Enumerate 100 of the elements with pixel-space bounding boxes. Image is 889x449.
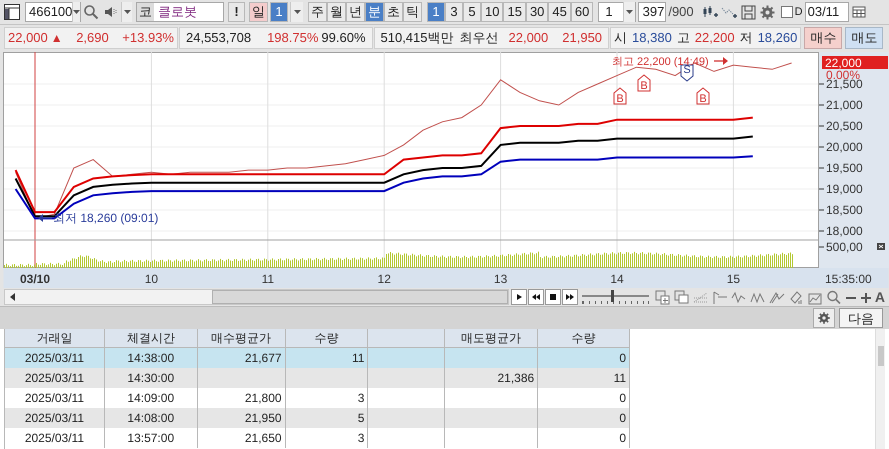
table-cell: 2025/03/11 [5, 428, 105, 448]
y-tick-label: 19,000 [826, 182, 864, 196]
interval-tab[interactable]: 15 [503, 2, 526, 22]
interval-tab[interactable]: 5 [463, 2, 481, 22]
period-tab[interactable]: 월 [327, 2, 346, 22]
alert-button[interactable]: ! [228, 2, 245, 22]
time-axis-label: 12 [378, 272, 391, 286]
interval-tab[interactable]: 10 [481, 2, 504, 22]
price-tag: 22,000 [822, 56, 888, 70]
d-checkbox[interactable] [780, 6, 793, 18]
buy-button[interactable]: 매수 [804, 27, 842, 49]
day-count-button[interactable]: 1 [270, 2, 288, 22]
close-icon[interactable] [877, 243, 885, 250]
wave-line-icon[interactable] [730, 290, 747, 304]
stock-name-field[interactable]: 코 클로봇 [136, 2, 224, 22]
gear-icon [817, 311, 831, 325]
column-header: 거래일 [5, 329, 105, 347]
table-cell: 13:57:00 [104, 428, 198, 448]
settings-icon[interactable] [758, 4, 776, 20]
arrow-icon [714, 57, 728, 65]
trade-row[interactable]: 2025/03/11 14:30:00 21,386 11 [5, 368, 630, 388]
count-max-label: /900 [668, 3, 694, 22]
horizontal-scrollbar[interactable] [4, 289, 510, 305]
y-axis-label: 21,000 [818, 98, 863, 112]
trade-row[interactable]: 2025/03/11 14:08:00 21,950 5 0 [5, 408, 630, 428]
sell-button[interactable]: 매도 [845, 27, 884, 49]
d-checkbox-label: D [794, 4, 803, 20]
search-icon[interactable] [826, 290, 842, 304]
play-icon[interactable] [511, 289, 528, 305]
open-value: 18,380 [632, 29, 672, 48]
y-tick-label: 21,000 [826, 98, 864, 112]
day-button[interactable]: 일 [249, 2, 268, 22]
rate-value: 99.60% [321, 29, 366, 48]
table-cell: 0 [538, 428, 630, 448]
trade-row[interactable]: 2025/03/11 14:38:00 21,677 11 0 [5, 348, 630, 368]
up-triangle-mark: ▲ [50, 30, 63, 47]
rewind-icon[interactable] [528, 289, 544, 305]
time-axis-label: 14 [610, 272, 624, 286]
low-note: 최저 18,260 (09:01) [53, 211, 158, 225]
speaker-icon[interactable] [103, 4, 119, 20]
count-field[interactable]: 397 [638, 2, 666, 22]
y-tick-label: 19,500 [826, 161, 864, 176]
layout-icon[interactable] [3, 3, 21, 21]
interval-combo[interactable]: 1 [598, 2, 636, 22]
volume-ratio: 198.75% [267, 29, 318, 48]
next-button[interactable]: 다음 [839, 308, 883, 328]
interval-tab[interactable]: 3 [445, 2, 463, 22]
search-icon[interactable] [83, 4, 99, 20]
time-axis-label: 13 [494, 272, 508, 286]
trend-line-icon[interactable] [768, 290, 785, 304]
arrow-icon [38, 214, 52, 222]
y-tick-label: 20,000 [826, 140, 864, 154]
low-label: 저 [740, 29, 753, 48]
time-axis-label: 10 [144, 272, 158, 286]
grid-add-icon[interactable] [654, 290, 671, 304]
dropdown-caret-icon[interactable] [623, 2, 636, 22]
y-tick-label: 18,000 [826, 224, 864, 238]
best-ask-value: 22,000 [508, 29, 548, 48]
column-header: 수량 [538, 329, 630, 347]
date-field[interactable]: 03/11 [804, 2, 849, 22]
cursor-line-icon[interactable] [712, 290, 728, 304]
zoom-slider[interactable] [582, 289, 649, 305]
interval-tab[interactable]: 60 [570, 2, 594, 22]
high-label: 고 [676, 29, 690, 48]
window-copy-icon[interactable] [674, 290, 690, 304]
table-cell: 3 [286, 428, 368, 448]
time-axis-label: 15 [726, 272, 740, 286]
open-label: 시 [614, 29, 628, 48]
price-value: 22,000 ▲ [8, 28, 63, 48]
column-header: 매도평균가 [445, 329, 538, 347]
save-icon[interactable] [740, 4, 757, 20]
vertical-scrollbar[interactable] [875, 329, 885, 449]
dropdown-caret-icon[interactable] [290, 2, 303, 22]
interval-tab[interactable]: 1 [427, 2, 445, 22]
period-tab[interactable]: 틱 [403, 2, 422, 22]
column-header: 수량 [286, 329, 368, 347]
stock-code-field[interactable]: 466100 [25, 2, 81, 22]
interval-tab[interactable]: 30 [526, 2, 548, 22]
column-header: 체결시간 [104, 329, 198, 347]
interval-tab[interactable]: 45 [548, 2, 571, 22]
table-cell: 21,650 [198, 428, 286, 448]
period-tab[interactable]: 년 [346, 2, 365, 22]
stop-icon[interactable] [545, 289, 562, 305]
settings-button[interactable] [813, 308, 835, 328]
change-value: 2,690 [76, 29, 109, 48]
dropdown-caret-icon[interactable] [121, 2, 132, 22]
period-tab[interactable]: 주 [308, 2, 327, 22]
period-tab[interactable]: 초 [384, 2, 403, 22]
calendar-icon[interactable] [850, 4, 867, 20]
fast-forward-icon[interactable] [562, 289, 578, 305]
y-axis-label: 18,000 [818, 224, 863, 238]
y-tick-label: 18,500 [826, 203, 864, 218]
y-tick-label: 20,500 [826, 119, 864, 134]
y-axis-label: 18,500 [818, 203, 863, 217]
eraser-icon[interactable] [788, 290, 804, 304]
font-button[interactable]: A [874, 290, 885, 304]
dropdown-caret-icon[interactable] [72, 2, 80, 22]
best-price-label: 최우선 [460, 29, 498, 48]
time-label: 15:35:00 [825, 272, 872, 286]
period-tab[interactable]: 분 [365, 2, 384, 22]
